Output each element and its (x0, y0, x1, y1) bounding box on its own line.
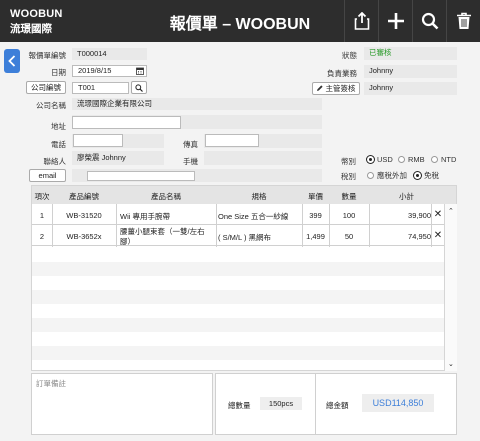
company-no-button[interactable]: 公司編號 (26, 81, 66, 94)
tax-exempt-label: 免稅 (424, 171, 439, 180)
date-value: 2019/8/15 (78, 66, 112, 75)
email-input[interactable] (87, 171, 195, 181)
radio-icon (398, 156, 405, 163)
chevron-down-icon[interactable]: ⌄ (448, 360, 454, 368)
col-qty: 數量 (341, 192, 357, 201)
delete-row-icon[interactable]: ✕ (433, 209, 443, 220)
search-icon (135, 84, 143, 92)
row-name[interactable]: 腰薑小腿束套（一雙/左右腳） (120, 227, 214, 246)
contact-label: 聯絡人 (43, 157, 67, 166)
mobile-label: 手機 (183, 157, 198, 166)
phone-label: 電話 (51, 140, 66, 149)
total-amount-value: USD114,850 (362, 394, 434, 412)
delete-button[interactable] (446, 0, 480, 42)
radio-icon (367, 172, 374, 179)
table-row[interactable]: 1 WB-31520 Wii 專用手腕帶 One Size 五合一紗線 399 … (32, 205, 444, 225)
share-icon (354, 12, 369, 30)
row-qty[interactable]: 100 (329, 211, 369, 220)
status-label: 狀態 (342, 51, 357, 60)
radio-icon (431, 156, 438, 163)
plus-icon (387, 13, 404, 29)
total-amount-box: 總金額 USD114,850 (315, 373, 457, 435)
col-name: 產品名稱 (151, 192, 181, 201)
row-no: 1 (39, 211, 45, 220)
currency-rmb-label: RMB (408, 155, 425, 164)
row-no: 2 (39, 232, 45, 241)
address-label: 地址 (51, 122, 66, 131)
company-no-field[interactable]: T001 (72, 82, 129, 94)
manager-sign-button[interactable]: 主管簽核 (312, 82, 360, 95)
row-spec[interactable]: ( S/M/L ) 黑網布 (218, 232, 304, 243)
tax-option-exempt[interactable]: 免稅 (414, 170, 439, 181)
quote-no-field[interactable]: T000014 (72, 48, 147, 60)
date-label: 日期 (51, 68, 66, 77)
radio-selected-icon (414, 172, 421, 179)
row-code[interactable]: WB-31520 (52, 211, 116, 220)
company-search-button[interactable] (131, 81, 147, 94)
currency-option-ntd[interactable]: NTD (431, 155, 456, 164)
col-code: 產品編號 (69, 192, 99, 201)
back-button[interactable] (4, 49, 20, 73)
salesperson-label: 負責業務 (327, 69, 357, 78)
row-qty[interactable]: 50 (329, 232, 369, 241)
radio-selected-icon (367, 156, 374, 163)
row-subtotal: 39,900 (408, 211, 431, 220)
chevron-up-icon[interactable]: ⌃ (448, 207, 454, 215)
remark-box[interactable]: 訂單備註 (31, 373, 213, 435)
company-name-label: 公司名稱 (36, 101, 66, 110)
mobile-field[interactable] (204, 151, 322, 165)
col-subtotal: 小計 (399, 192, 414, 201)
currency-usd-label: USD (377, 155, 393, 164)
contact-field[interactable]: 廖榮震 Johnny (72, 151, 164, 165)
chevron-left-icon (8, 55, 16, 67)
remark-label: 訂單備註 (36, 379, 66, 388)
delete-row-icon[interactable]: ✕ (433, 230, 443, 241)
total-qty-value: 150pcs (260, 397, 302, 410)
currency-ntd-label: NTD (441, 155, 457, 164)
currency-option-rmb[interactable]: RMB (398, 155, 425, 164)
row-subtotal: 74,950 (408, 232, 431, 241)
calendar-icon[interactable] (136, 67, 144, 77)
table-row[interactable]: 2 WB-3652x 腰薑小腿束套（一雙/左右腳） ( S/M/L ) 黑網布 … (32, 226, 444, 246)
address-input[interactable] (72, 116, 181, 129)
trash-icon (456, 12, 471, 29)
share-button[interactable] (344, 0, 378, 42)
pen-icon (317, 85, 324, 91)
row-spec[interactable]: One Size 五合一紗線 (218, 211, 304, 222)
currency-label: 幣別 (341, 157, 356, 166)
table-header: 項次 產品編號 產品名稱 規格 單價 數量 小計 (32, 186, 456, 204)
email-button[interactable]: email (29, 169, 66, 182)
row-price[interactable]: 1,499 (302, 232, 329, 241)
tax-option-exclusive[interactable]: 應稅外加 (367, 170, 407, 181)
total-amount-label: 總金額 (326, 401, 349, 410)
manager-sign-field[interactable]: Johnny (364, 82, 457, 95)
row-name[interactable]: Wii 專用手腕帶 (120, 211, 216, 222)
summary-footer: 訂單備註 總數量 150pcs 總金額 USD114,850 (31, 373, 457, 435)
total-qty-label: 總數量 (228, 401, 251, 410)
currency-option-usd[interactable]: USD (367, 155, 393, 164)
col-price: 單價 (308, 192, 323, 201)
fax-input[interactable] (205, 134, 259, 147)
search-button[interactable] (412, 0, 446, 42)
search-icon (421, 12, 438, 30)
row-price[interactable]: 399 (302, 211, 329, 220)
fax-label: 傳真 (183, 140, 198, 149)
add-button[interactable] (378, 0, 412, 42)
table-scrollbar[interactable]: ⌃ ⌄ (444, 204, 457, 371)
tax-exclusive-label: 應稅外加 (377, 171, 407, 180)
manager-sign-label: 主管簽核 (325, 84, 356, 93)
status-badge: 已審核 (364, 47, 457, 60)
items-table: 項次 產品編號 產品名稱 規格 單價 數量 小計 1 WB-31520 Wii … (31, 185, 457, 371)
quote-no-label: 報價單編號 (28, 51, 67, 60)
phone-input[interactable] (73, 134, 123, 147)
col-no: 項次 (34, 192, 50, 201)
col-spec: 規格 (251, 192, 267, 201)
row-code[interactable]: WB-3652x (52, 232, 116, 241)
company-name-field[interactable]: 流璟國際企業有限公司 (72, 98, 322, 110)
salesperson-field[interactable]: Johnny (364, 65, 457, 78)
tax-label: 稅別 (341, 172, 356, 181)
